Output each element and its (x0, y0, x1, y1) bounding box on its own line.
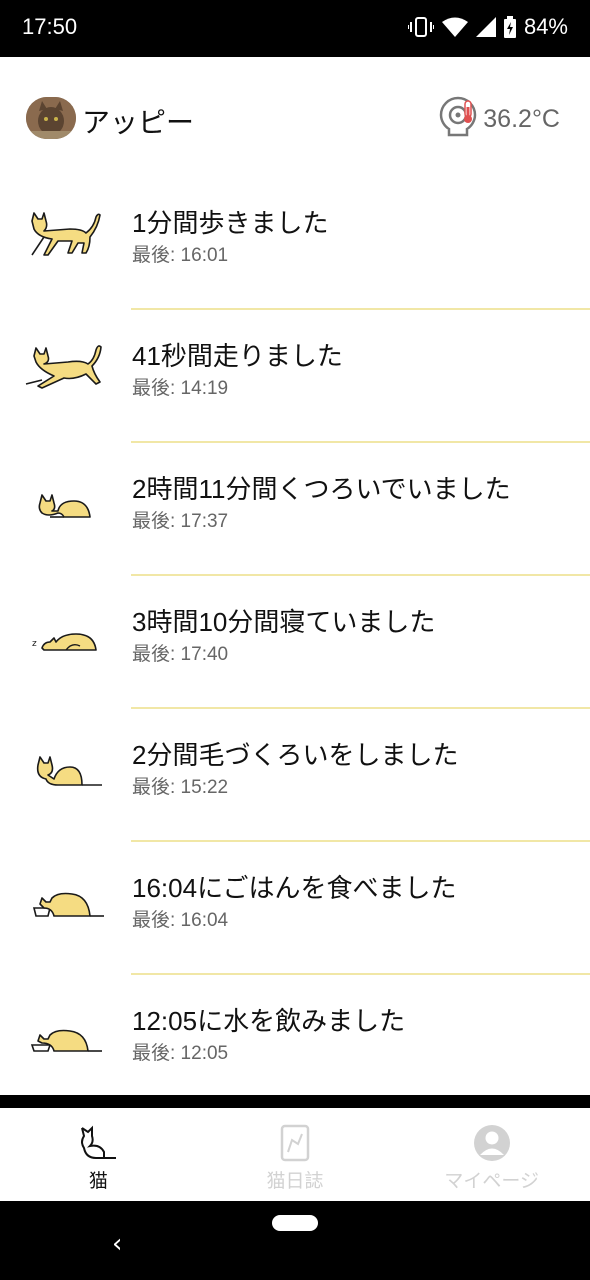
tab-cat[interactable]: 猫 (0, 1108, 197, 1201)
temperature-display: 36.2°C (437, 95, 560, 143)
tabbar-divider (0, 1095, 590, 1108)
back-icon[interactable]: ‹ (112, 1229, 122, 1259)
battery-icon (503, 16, 516, 38)
activity-last-time: 最後: 17:40 (132, 644, 229, 665)
activity-title: 3時間10分間寝ていました (132, 607, 436, 637)
activity-last-time: 最後: 14:19 (132, 378, 229, 399)
eating-cat-icon (24, 872, 104, 928)
system-nav-bar: ‹ (0, 1201, 590, 1280)
activity-row-eating[interactable]: 16:04にごはんを食べました 最後: 16:04 (0, 842, 590, 975)
activity-title: 2分間毛づくろいをしました (132, 740, 459, 770)
activity-row-running[interactable]: 41秒間走りました 最後: 14:19 (0, 310, 590, 443)
tab-mypage[interactable]: マイページ (393, 1108, 590, 1201)
activity-row-walking[interactable]: 1分間歩きました 最後: 16:01 (0, 177, 590, 310)
activity-row-grooming[interactable]: 2分間毛づくろいをしました 最後: 15:22 (0, 709, 590, 842)
sleeping-cat-icon: z (24, 606, 104, 662)
activity-last-time: 最後: 15:22 (132, 777, 229, 798)
activity-title: 12:05に水を飲みました (132, 1006, 406, 1036)
thermo-device-icon (437, 95, 479, 143)
grooming-cat-icon (24, 739, 104, 795)
app-content: アッピー 36.2°C 1分間歩きました 最後: 16:01 41秒間走りました… (0, 57, 590, 1095)
activity-row-resting[interactable]: 2時間11分間くつろいでいました 最後: 17:37 (0, 443, 590, 576)
walking-cat-icon (24, 207, 104, 263)
tab-label: 猫日誌 (266, 1171, 324, 1192)
drinking-cat-icon (24, 1005, 104, 1061)
diary-icon (278, 1124, 312, 1166)
activity-last-time: 最後: 17:37 (132, 511, 229, 532)
avatar[interactable] (26, 97, 76, 139)
wifi-icon (441, 17, 468, 37)
activity-row-sleeping[interactable]: z 3時間10分間寝ていました 最後: 17:40 (0, 576, 590, 709)
home-pill[interactable] (272, 1215, 318, 1231)
profile-icon (473, 1124, 511, 1166)
activity-last-time: 最後: 16:04 (132, 910, 229, 931)
header: アッピー 36.2°C (0, 57, 590, 177)
activity-last-time: 最後: 16:01 (132, 245, 229, 266)
svg-text:z: z (32, 639, 37, 649)
status-bar: 17:50 84% (0, 0, 590, 57)
vibrate-icon (407, 16, 434, 38)
cat-name[interactable]: アッピー (82, 101, 194, 141)
tab-label: 猫 (88, 1171, 108, 1192)
activity-title: 41秒間走りました (132, 341, 343, 371)
status-time: 17:50 (22, 14, 78, 39)
status-icons: 84% (407, 14, 568, 40)
activity-title: 2時間11分間くつろいでいました (132, 474, 511, 504)
temperature-value: 36.2°C (483, 104, 560, 133)
tab-label: マイページ (444, 1171, 539, 1192)
cat-icon (78, 1124, 118, 1164)
resting-cat-icon (24, 473, 104, 529)
bottom-tab-bar: 猫 猫日誌 マイページ (0, 1108, 590, 1201)
activity-last-time: 最後: 12:05 (132, 1043, 229, 1064)
running-cat-icon (24, 340, 104, 396)
activity-row-drinking[interactable]: 12:05に水を飲みました 最後: 12:05 (0, 975, 590, 1108)
activity-list: 1分間歩きました 最後: 16:01 41秒間走りました 最後: 14:19 2… (0, 177, 590, 1108)
tab-diary[interactable]: 猫日誌 (197, 1108, 394, 1201)
activity-title: 1分間歩きました (132, 208, 329, 238)
signal-icon (475, 17, 496, 37)
battery-percent: 84% (523, 14, 568, 39)
activity-title: 16:04にごはんを食べました (132, 873, 457, 903)
